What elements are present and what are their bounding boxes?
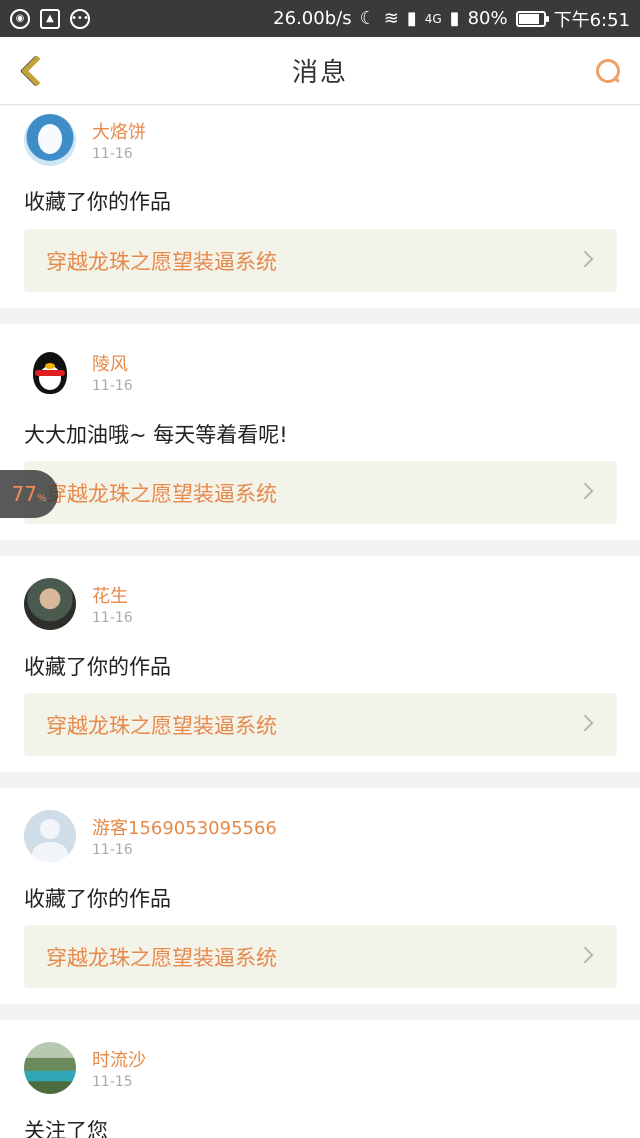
avatar[interactable] bbox=[24, 810, 76, 862]
avatar[interactable] bbox=[24, 114, 76, 166]
message-date: 11-15 bbox=[92, 1074, 133, 1090]
chevron-right-icon bbox=[576, 946, 594, 964]
battery-percent: 80% bbox=[467, 8, 508, 29]
wifi-icon: ≋ bbox=[383, 8, 399, 29]
avatar[interactable] bbox=[24, 578, 76, 630]
message-date: 11-16 bbox=[92, 146, 133, 162]
username[interactable]: 游客1569053095566 bbox=[92, 814, 277, 840]
username[interactable]: 花生 bbox=[92, 582, 128, 608]
back-button[interactable] bbox=[14, 53, 53, 89]
chevron-right-icon bbox=[576, 482, 594, 500]
moon-icon: ☾ bbox=[359, 8, 376, 29]
message-date: 11-16 bbox=[92, 378, 133, 394]
message-card: 陵风 11-16 大大加油哦~ 每天等着看呢! 穿越龙珠之愿望装逼系统 bbox=[0, 324, 640, 540]
float-unit: % bbox=[36, 492, 47, 504]
signal-bars-icon: ▮ bbox=[449, 8, 460, 29]
back-chevron-icon bbox=[21, 55, 53, 87]
message-card: 游客1569053095566 11-16 收藏了你的作品 穿越龙珠之愿望装逼系… bbox=[0, 788, 640, 1004]
message-card: 时流沙 11-15 关注了您 bbox=[0, 1020, 640, 1138]
work-title: 穿越龙珠之愿望装逼系统 bbox=[46, 249, 277, 274]
chevron-right-icon bbox=[576, 714, 594, 732]
message-text: 大大加油哦~ 每天等着看呢! bbox=[24, 423, 288, 447]
chevron-right-icon bbox=[576, 250, 594, 268]
work-link[interactable]: 穿越龙珠之愿望装逼系统 bbox=[24, 925, 617, 988]
work-link[interactable]: 穿越龙珠之愿望装逼系统 bbox=[24, 229, 617, 292]
message-date: 11-16 bbox=[92, 610, 133, 626]
status-bar: ◉ ▲ ••• 26.00b/s ☾ ≋ ▮ 4G ▮ 80% 下午6:51 bbox=[0, 0, 640, 37]
clock: 下午6:51 bbox=[553, 9, 630, 31]
battery-icon bbox=[515, 10, 549, 27]
message-text: 收藏了你的作品 bbox=[24, 190, 171, 214]
avatar[interactable] bbox=[24, 346, 76, 398]
work-title: 穿越龙珠之愿望装逼系统 bbox=[46, 481, 277, 506]
image-notification-icon: ▲ bbox=[40, 8, 60, 29]
username[interactable]: 陵风 bbox=[92, 350, 128, 376]
message-list: 大烙饼 11-16 收藏了你的作品 穿越龙珠之愿望装逼系统 陵风 11-16 大… bbox=[0, 106, 640, 1138]
work-link[interactable]: 穿越龙珠之愿望装逼系统 bbox=[24, 693, 617, 756]
search-button[interactable] bbox=[594, 57, 624, 87]
message-card: 花生 11-16 收藏了你的作品 穿越龙珠之愿望装逼系统 bbox=[0, 556, 640, 772]
message-date: 11-16 bbox=[92, 842, 133, 858]
work-title: 穿越龙珠之愿望装逼系统 bbox=[46, 945, 277, 970]
message-text: 收藏了你的作品 bbox=[24, 887, 171, 911]
work-link[interactable]: 穿越龙珠之愿望装逼系统 bbox=[24, 461, 617, 524]
username[interactable]: 大烙饼 bbox=[92, 118, 146, 144]
network-type: 4G bbox=[424, 11, 442, 26]
work-title: 穿越龙珠之愿望装逼系统 bbox=[46, 713, 277, 738]
floating-memory-widget[interactable]: 77 % bbox=[0, 470, 58, 518]
more-notification-icon: ••• bbox=[70, 8, 90, 29]
message-card: 大烙饼 11-16 收藏了你的作品 穿越龙珠之愿望装逼系统 bbox=[0, 106, 640, 308]
page-title: 消息 bbox=[291, 58, 348, 88]
float-value: 77 bbox=[11, 482, 37, 506]
username[interactable]: 时流沙 bbox=[92, 1046, 146, 1072]
top-nav-bar: 消息 bbox=[0, 37, 640, 105]
app-notification-icon: ◉ bbox=[10, 8, 30, 29]
network-speed: 26.00b/s bbox=[273, 8, 352, 29]
message-text: 关注了您 bbox=[24, 1119, 108, 1138]
avatar[interactable] bbox=[24, 1042, 76, 1094]
signal-icon: ▮ bbox=[406, 8, 417, 29]
message-text: 收藏了你的作品 bbox=[24, 655, 171, 679]
